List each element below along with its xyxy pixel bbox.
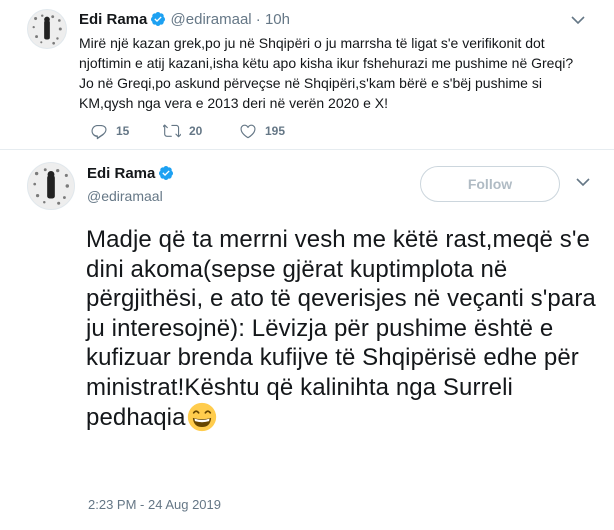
retweet-button[interactable]: 20 xyxy=(163,122,239,140)
verified-badge-icon xyxy=(159,166,174,180)
follow-button[interactable]: Follow xyxy=(420,166,560,202)
reply-button[interactable]: 15 xyxy=(90,122,163,140)
chevron-down-icon[interactable] xyxy=(571,12,585,28)
author-handle[interactable]: @ediramaal xyxy=(87,187,163,205)
like-button[interactable]: 195 xyxy=(239,122,285,140)
tweet-text: Mirë një kazan grek,po ju në Shqipëri o … xyxy=(79,33,599,113)
separator-dot: · xyxy=(255,11,261,28)
author-name[interactable]: Edi Rama xyxy=(87,165,155,182)
retweet-icon xyxy=(163,124,181,138)
tweet-text: Madje që ta merrni vesh me këtë rast,meq… xyxy=(86,225,606,433)
avatar-image xyxy=(28,10,66,48)
tweet-line: Mirë një kazan grek,po ju në Shqipëri o … xyxy=(79,35,545,51)
reply-icon xyxy=(91,125,107,140)
divider xyxy=(0,149,614,150)
chevron-down-icon[interactable] xyxy=(576,174,590,190)
like-icon xyxy=(240,124,256,139)
tweet-body: Madje që ta merrni vesh me këtë rast,meq… xyxy=(86,226,596,431)
avatar[interactable] xyxy=(27,9,67,49)
tweet-header: Edi Rama @ediramaal · 10h xyxy=(79,10,290,30)
reply-count: 15 xyxy=(116,124,130,138)
tweet-line: KM,qysh nga vera e 2013 deri në verën 20… xyxy=(79,95,388,111)
tweet-time[interactable]: 10h xyxy=(265,11,290,28)
author-handle[interactable]: @ediramaal xyxy=(171,11,252,28)
grinning-face-with-smiling-eyes-icon xyxy=(187,402,216,432)
tweet-actions: 15 20 195 xyxy=(90,121,285,141)
verified-badge-icon xyxy=(151,12,166,26)
like-count: 195 xyxy=(265,124,286,138)
tweet-line: Jo në Greqi,po askund përveçse në Shqipë… xyxy=(79,75,542,91)
avatar-image xyxy=(28,163,74,209)
retweet-count: 20 xyxy=(189,124,203,138)
tweet-line: njoftimin e atij kazani,isha këtu apo ki… xyxy=(79,55,574,71)
author-name[interactable]: Edi Rama xyxy=(79,11,147,28)
tweet-timestamp[interactable]: 2:23 PM - 24 Aug 2019 xyxy=(88,496,221,514)
author-name-row: Edi Rama xyxy=(87,164,174,184)
avatar[interactable] xyxy=(27,162,75,210)
